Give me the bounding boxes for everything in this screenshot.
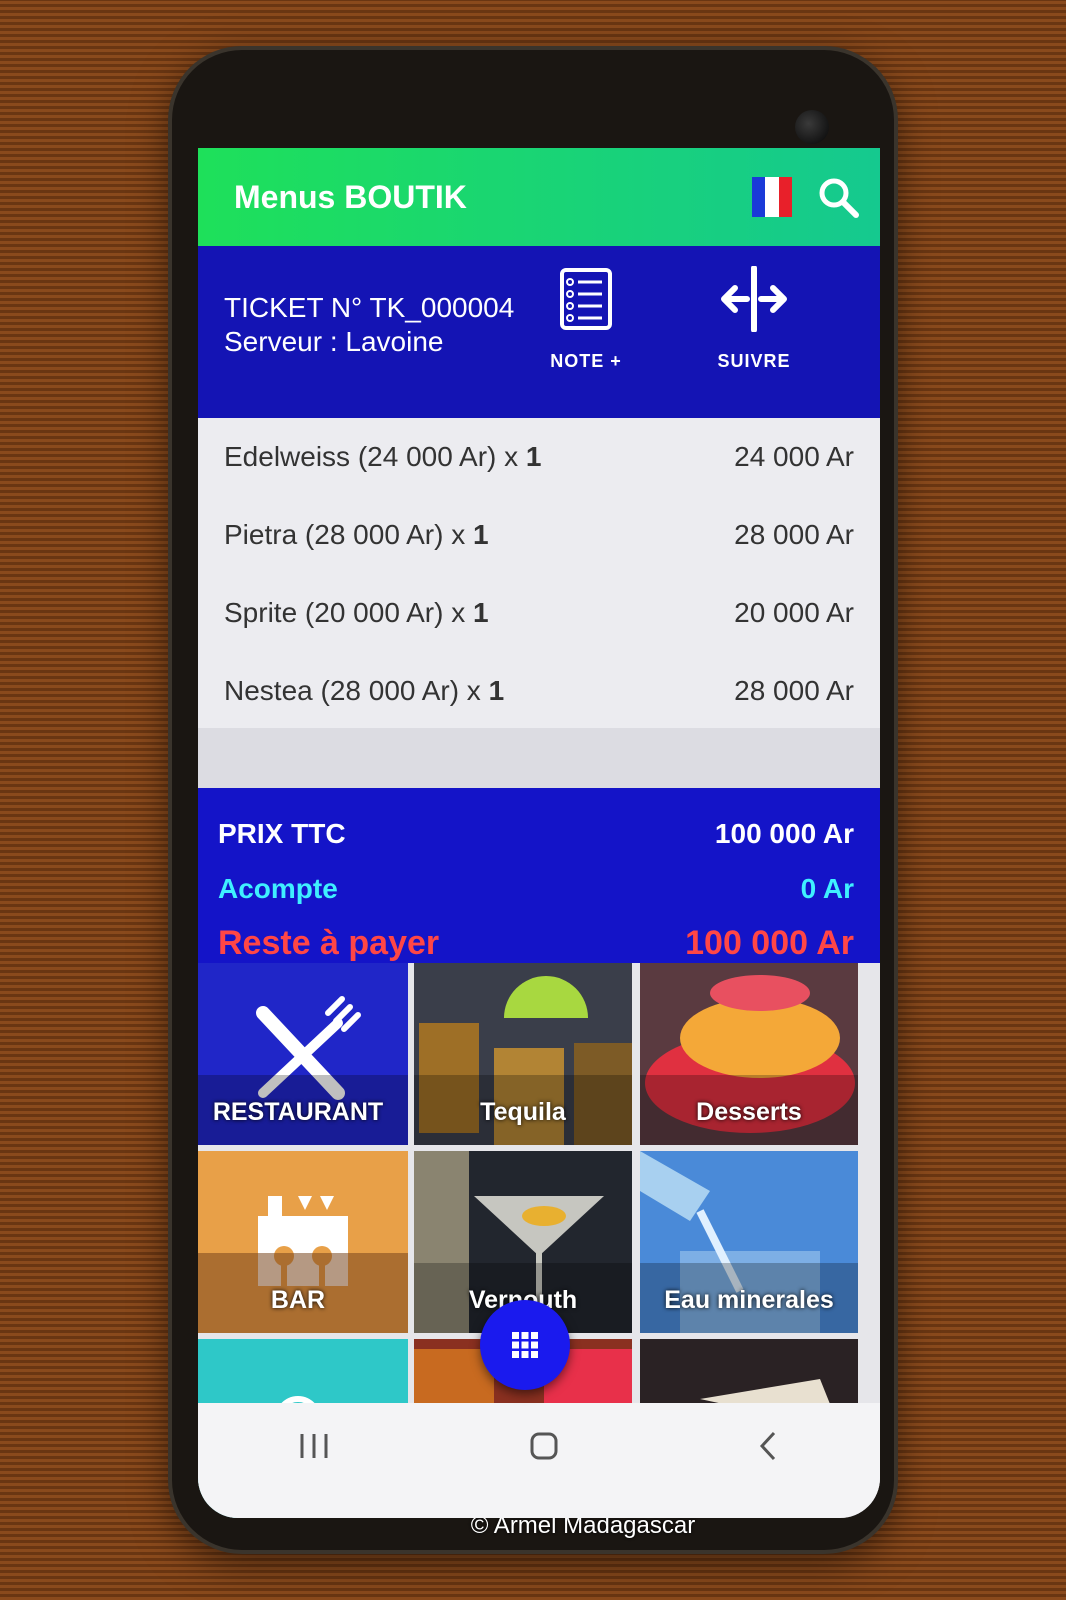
app-title: Menus BOUTIK bbox=[234, 178, 467, 215]
search-icon[interactable] bbox=[814, 173, 862, 221]
item-description: Sprite (20 000 Ar) x 1 bbox=[224, 597, 489, 629]
remaining-label: Reste à payer bbox=[218, 924, 440, 962]
item-total: 28 000 Ar bbox=[734, 519, 854, 550]
ticket-info: TICKET N° TK_000004 Serveur : Lavoine bbox=[224, 291, 514, 359]
order-items-list: Edelweiss (24 000 Ar) x 1 24 000 Ar Piet… bbox=[198, 418, 880, 728]
system-nav-bar bbox=[198, 1403, 880, 1518]
item-total: 20 000 Ar bbox=[734, 597, 854, 628]
back-icon[interactable] bbox=[754, 1429, 784, 1463]
divider bbox=[198, 728, 880, 788]
follow-label: SUIVRE bbox=[717, 351, 791, 371]
deposit-value: 0 Ar bbox=[800, 872, 854, 904]
home-icon[interactable] bbox=[527, 1429, 561, 1463]
grid-menu-icon bbox=[512, 1332, 538, 1358]
item-description: Edelweiss (24 000 Ar) x 1 bbox=[224, 441, 542, 473]
item-total: 28 000 Ar bbox=[734, 675, 854, 706]
ticket-header: TICKET N° TK_000004 Serveur : Lavoine NO… bbox=[198, 246, 880, 418]
total-price-value: 100 000 Ar bbox=[714, 817, 854, 849]
category-label: Tequila bbox=[480, 1098, 566, 1126]
split-arrows-icon bbox=[721, 265, 787, 333]
category-tequila-tile[interactable]: Tequila bbox=[414, 963, 632, 1145]
total-price-label: PRIX TTC bbox=[218, 817, 346, 849]
deposit-label: Acompte bbox=[218, 872, 338, 904]
item-name: Nestea (28 000 Ar) x bbox=[224, 675, 489, 706]
category-label: Eau minerales bbox=[664, 1286, 834, 1314]
notepad-icon bbox=[560, 268, 612, 330]
item-qty: 1 bbox=[473, 519, 489, 550]
server-name: Serveur : Lavoine bbox=[224, 326, 444, 357]
list-item[interactable]: Edelweiss (24 000 Ar) x 1 24 000 Ar bbox=[198, 418, 880, 496]
category-desserts-tile[interactable]: Desserts bbox=[640, 963, 858, 1145]
list-item[interactable]: Pietra (28 000 Ar) x 1 28 000 Ar bbox=[198, 496, 880, 574]
item-name: Sprite (20 000 Ar) x bbox=[224, 597, 474, 628]
list-item[interactable]: Sprite (20 000 Ar) x 1 20 000 Ar bbox=[198, 574, 880, 652]
ticket-number: TICKET N° TK_000004 bbox=[224, 292, 515, 323]
item-name: Edelweiss (24 000 Ar) x bbox=[224, 441, 526, 472]
camera-icon bbox=[795, 110, 829, 144]
item-qty: 1 bbox=[473, 597, 489, 628]
note-add-button[interactable]: NOTE + bbox=[526, 266, 646, 372]
category-label: BAR bbox=[270, 1286, 326, 1314]
note-add-label: NOTE + bbox=[550, 351, 622, 371]
item-qty: 1 bbox=[488, 675, 505, 706]
follow-button[interactable]: SUIVRE bbox=[694, 265, 814, 372]
item-description: Nestea (28 000 Ar) x 1 bbox=[224, 675, 504, 707]
totals-panel: PRIX TTC 100 000 Ar Acompte 0 Ar Reste à… bbox=[198, 788, 880, 963]
item-description: Pietra (28 000 Ar) x 1 bbox=[224, 519, 489, 551]
item-total: 24 000 Ar bbox=[734, 441, 854, 472]
remaining-value: 100 000 Ar bbox=[685, 924, 854, 962]
category-label: RESTAURANT bbox=[212, 1098, 384, 1126]
app-bar: Menus BOUTIK bbox=[198, 148, 880, 246]
grid-menu-button[interactable] bbox=[480, 1300, 570, 1390]
item-qty: 1 bbox=[525, 441, 542, 472]
category-bar-tile[interactable]: BAR bbox=[198, 1151, 408, 1333]
item-name: Pietra (28 000 Ar) x bbox=[224, 519, 474, 550]
flag-fr-icon[interactable] bbox=[752, 177, 792, 217]
recent-apps-icon[interactable] bbox=[294, 1431, 334, 1461]
category-restaurant-tile[interactable]: RESTAURANT bbox=[198, 963, 408, 1145]
list-item[interactable]: Nestea (28 000 Ar) x 1 28 000 Ar bbox=[198, 652, 880, 730]
category-label: Desserts bbox=[696, 1098, 802, 1126]
deposit-row: Acompte 0 Ar bbox=[218, 861, 854, 916]
total-price-row: PRIX TTC 100 000 Ar bbox=[218, 806, 854, 861]
category-water-tile[interactable]: Eau minerales bbox=[640, 1151, 858, 1333]
